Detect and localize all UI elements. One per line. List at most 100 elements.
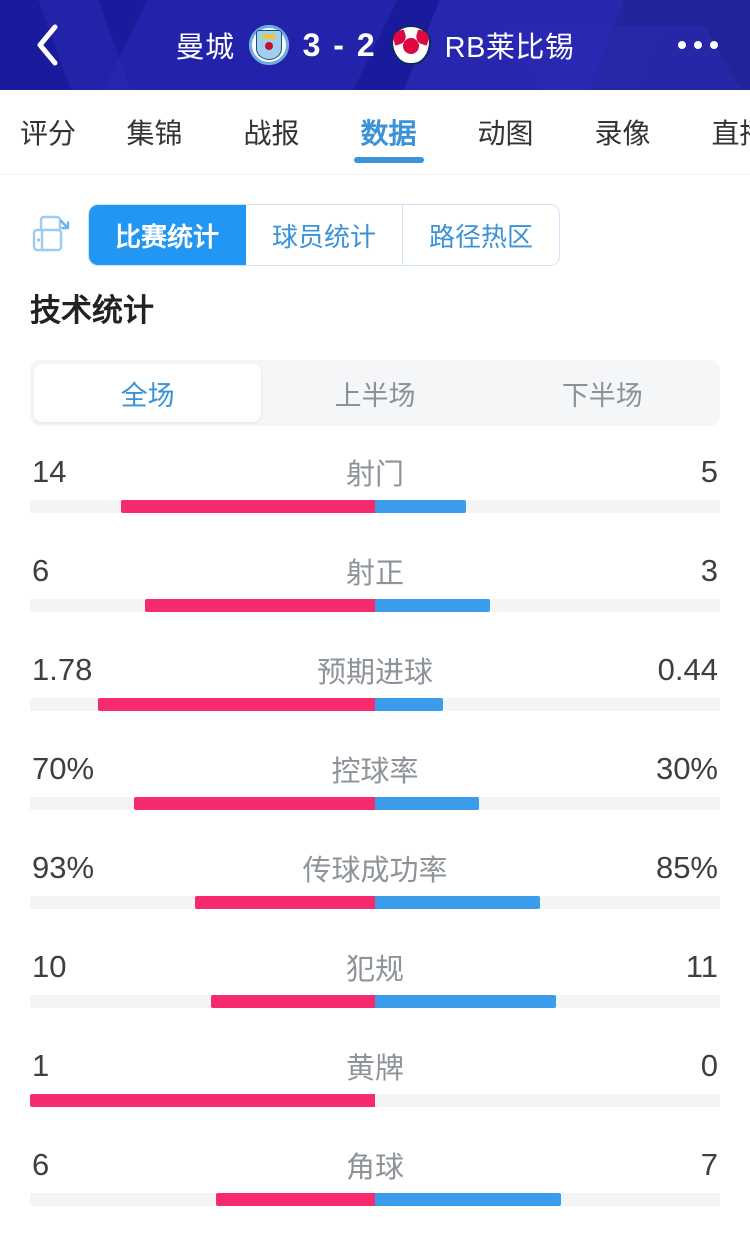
stats-mode-tabs[interactable]: 比赛统计 球员统计 路径热区: [88, 204, 561, 266]
stat-row: 1 黄牌 0: [30, 1038, 720, 1137]
home-stat-bar: [194, 896, 375, 909]
scoreboard: 曼城 3 - 2 RB莱比锡: [0, 0, 750, 90]
stat-bar-track: [30, 995, 720, 1008]
away-stat-value: 0.44: [657, 652, 718, 687]
match-stats-screen: 曼城 3 - 2 RB莱比锡 评分 集锦 战报 数据 动图 录像 直播: [0, 0, 750, 1255]
home-stat-bar: [133, 797, 375, 810]
tab-label: 集锦: [126, 118, 183, 149]
more-horizontal-icon: [678, 41, 718, 49]
tab-动图[interactable]: 动图: [447, 90, 564, 174]
stat-label: 射正: [345, 558, 404, 590]
home-stat-bar: [30, 1094, 375, 1107]
stat-label: 射门: [345, 459, 404, 491]
stat-bar-track: [30, 797, 720, 810]
more-options-button[interactable]: [668, 20, 728, 70]
period-segment-全场[interactable]: 全场: [34, 364, 262, 422]
home-stat-value: 10: [32, 949, 67, 984]
away-stat-bar: [375, 797, 479, 810]
stat-row: 93% 传球成功率 85%: [30, 840, 720, 939]
stat-label: 犯规: [345, 954, 404, 986]
home-stat-value: 1: [32, 1048, 50, 1083]
stat-values: 70% 控球率 30%: [30, 741, 720, 797]
away-team-name: RB莱比锡: [444, 32, 575, 64]
stats-mode-row: 比赛统计 球员统计 路径热区: [0, 175, 750, 271]
stat-values: 93% 传球成功率 85%: [30, 840, 720, 896]
home-stat-bar: [215, 1193, 375, 1206]
away-stat-value: 7: [700, 1147, 718, 1182]
tab-label: 评分: [19, 118, 76, 149]
tab-录像[interactable]: 录像: [564, 90, 681, 174]
away-stat-bar: [375, 1193, 561, 1206]
away-stat-bar: [375, 896, 540, 909]
stat-bar-track: [30, 698, 720, 711]
away-stat-value: 11: [685, 949, 718, 984]
pill-tab-球员统计[interactable]: 球员统计: [246, 205, 404, 265]
tab-直播[interactable]: 直播: [681, 90, 750, 174]
tab-战报[interactable]: 战报: [213, 90, 330, 174]
compare-view-icon[interactable]: [28, 212, 74, 258]
tab-label: 战报: [243, 118, 300, 149]
active-tab-underline: [353, 157, 424, 163]
away-stat-bar: [375, 698, 444, 711]
stat-label: 传球成功率: [302, 855, 448, 887]
away-stat-value: 3: [700, 553, 718, 588]
away-stat-value: 85%: [655, 850, 718, 885]
stat-bar-track: [30, 599, 720, 612]
home-stat-value: 14: [32, 454, 67, 489]
app-header: 曼城 3 - 2 RB莱比锡: [0, 0, 750, 90]
away-stat-value: 30%: [655, 751, 718, 786]
rb-leipzig-crest-icon: [390, 25, 431, 65]
home-stat-bar: [210, 995, 375, 1008]
home-stat-bar: [144, 599, 375, 612]
tab-label: 数据: [360, 118, 417, 149]
stat-bar-track: [30, 500, 720, 513]
away-stat-bar: [375, 995, 556, 1008]
tab-label: 动图: [477, 118, 534, 149]
tab-label: 直播: [711, 118, 750, 149]
home-stat-value: 70%: [32, 751, 95, 786]
stat-label: 控球率: [331, 756, 419, 788]
stat-row: 70% 控球率 30%: [30, 741, 720, 840]
stat-bar-track: [30, 896, 720, 909]
tab-评分[interactable]: 评分: [0, 90, 96, 174]
stats-list: 14 射门 5 6 射正 3 1.78 预期进球 0.44 70% 控球率 30% 93% 传球成功率 85…: [0, 444, 750, 1236]
stat-values: 10 犯规 11: [30, 939, 720, 995]
manchester-city-crest-icon: [248, 25, 289, 65]
stat-label: 预期进球: [316, 657, 433, 689]
tab-集锦[interactable]: 集锦: [96, 90, 213, 174]
stat-values: 6 射正 3: [30, 543, 720, 599]
tab-数据[interactable]: 数据: [330, 90, 447, 174]
home-team-name: 曼城: [175, 32, 235, 64]
away-stat-bar: [375, 500, 466, 513]
period-filter: 全场 上半场 下半场: [0, 330, 750, 426]
tab-label: 录像: [594, 118, 651, 149]
stat-bar-track: [30, 1094, 720, 1107]
stat-row: 1.78 预期进球 0.44: [30, 642, 720, 741]
stat-row: 6 射正 3: [30, 543, 720, 642]
stat-label: 黄牌: [345, 1053, 404, 1085]
home-stat-value: 1.78: [32, 652, 93, 687]
away-stat-value: 0: [700, 1048, 718, 1083]
home-stat-value: 6: [32, 553, 50, 588]
stat-bar-track: [30, 1193, 720, 1206]
home-stat-bar: [98, 698, 375, 711]
stat-label: 角球: [345, 1152, 404, 1184]
stat-row: 14 射门 5: [30, 444, 720, 543]
period-segment-下半场[interactable]: 下半场: [489, 364, 716, 422]
period-segment-上半场[interactable]: 上半场: [261, 364, 488, 422]
stat-values: 1.78 预期进球 0.44: [30, 642, 720, 698]
home-stat-value: 93%: [32, 850, 95, 885]
away-stat-value: 5: [700, 454, 718, 489]
score-value: 3 - 2: [302, 26, 377, 63]
primary-tab-bar[interactable]: 评分 集锦 战报 数据 动图 录像 直播: [0, 90, 750, 175]
stat-row: 6 角球 7: [30, 1137, 720, 1236]
period-segmented-control[interactable]: 全场 上半场 下半场: [30, 360, 720, 426]
stat-values: 6 角球 7: [30, 1137, 720, 1193]
stat-values: 1 黄牌 0: [30, 1038, 720, 1094]
home-stat-value: 6: [32, 1147, 50, 1182]
away-stat-bar: [375, 599, 490, 612]
pill-tab-比赛统计[interactable]: 比赛统计: [89, 205, 247, 265]
stat-values: 14 射门 5: [30, 444, 720, 500]
section-title: 技术统计: [30, 293, 154, 328]
pill-tab-路径热区[interactable]: 路径热区: [403, 205, 560, 265]
